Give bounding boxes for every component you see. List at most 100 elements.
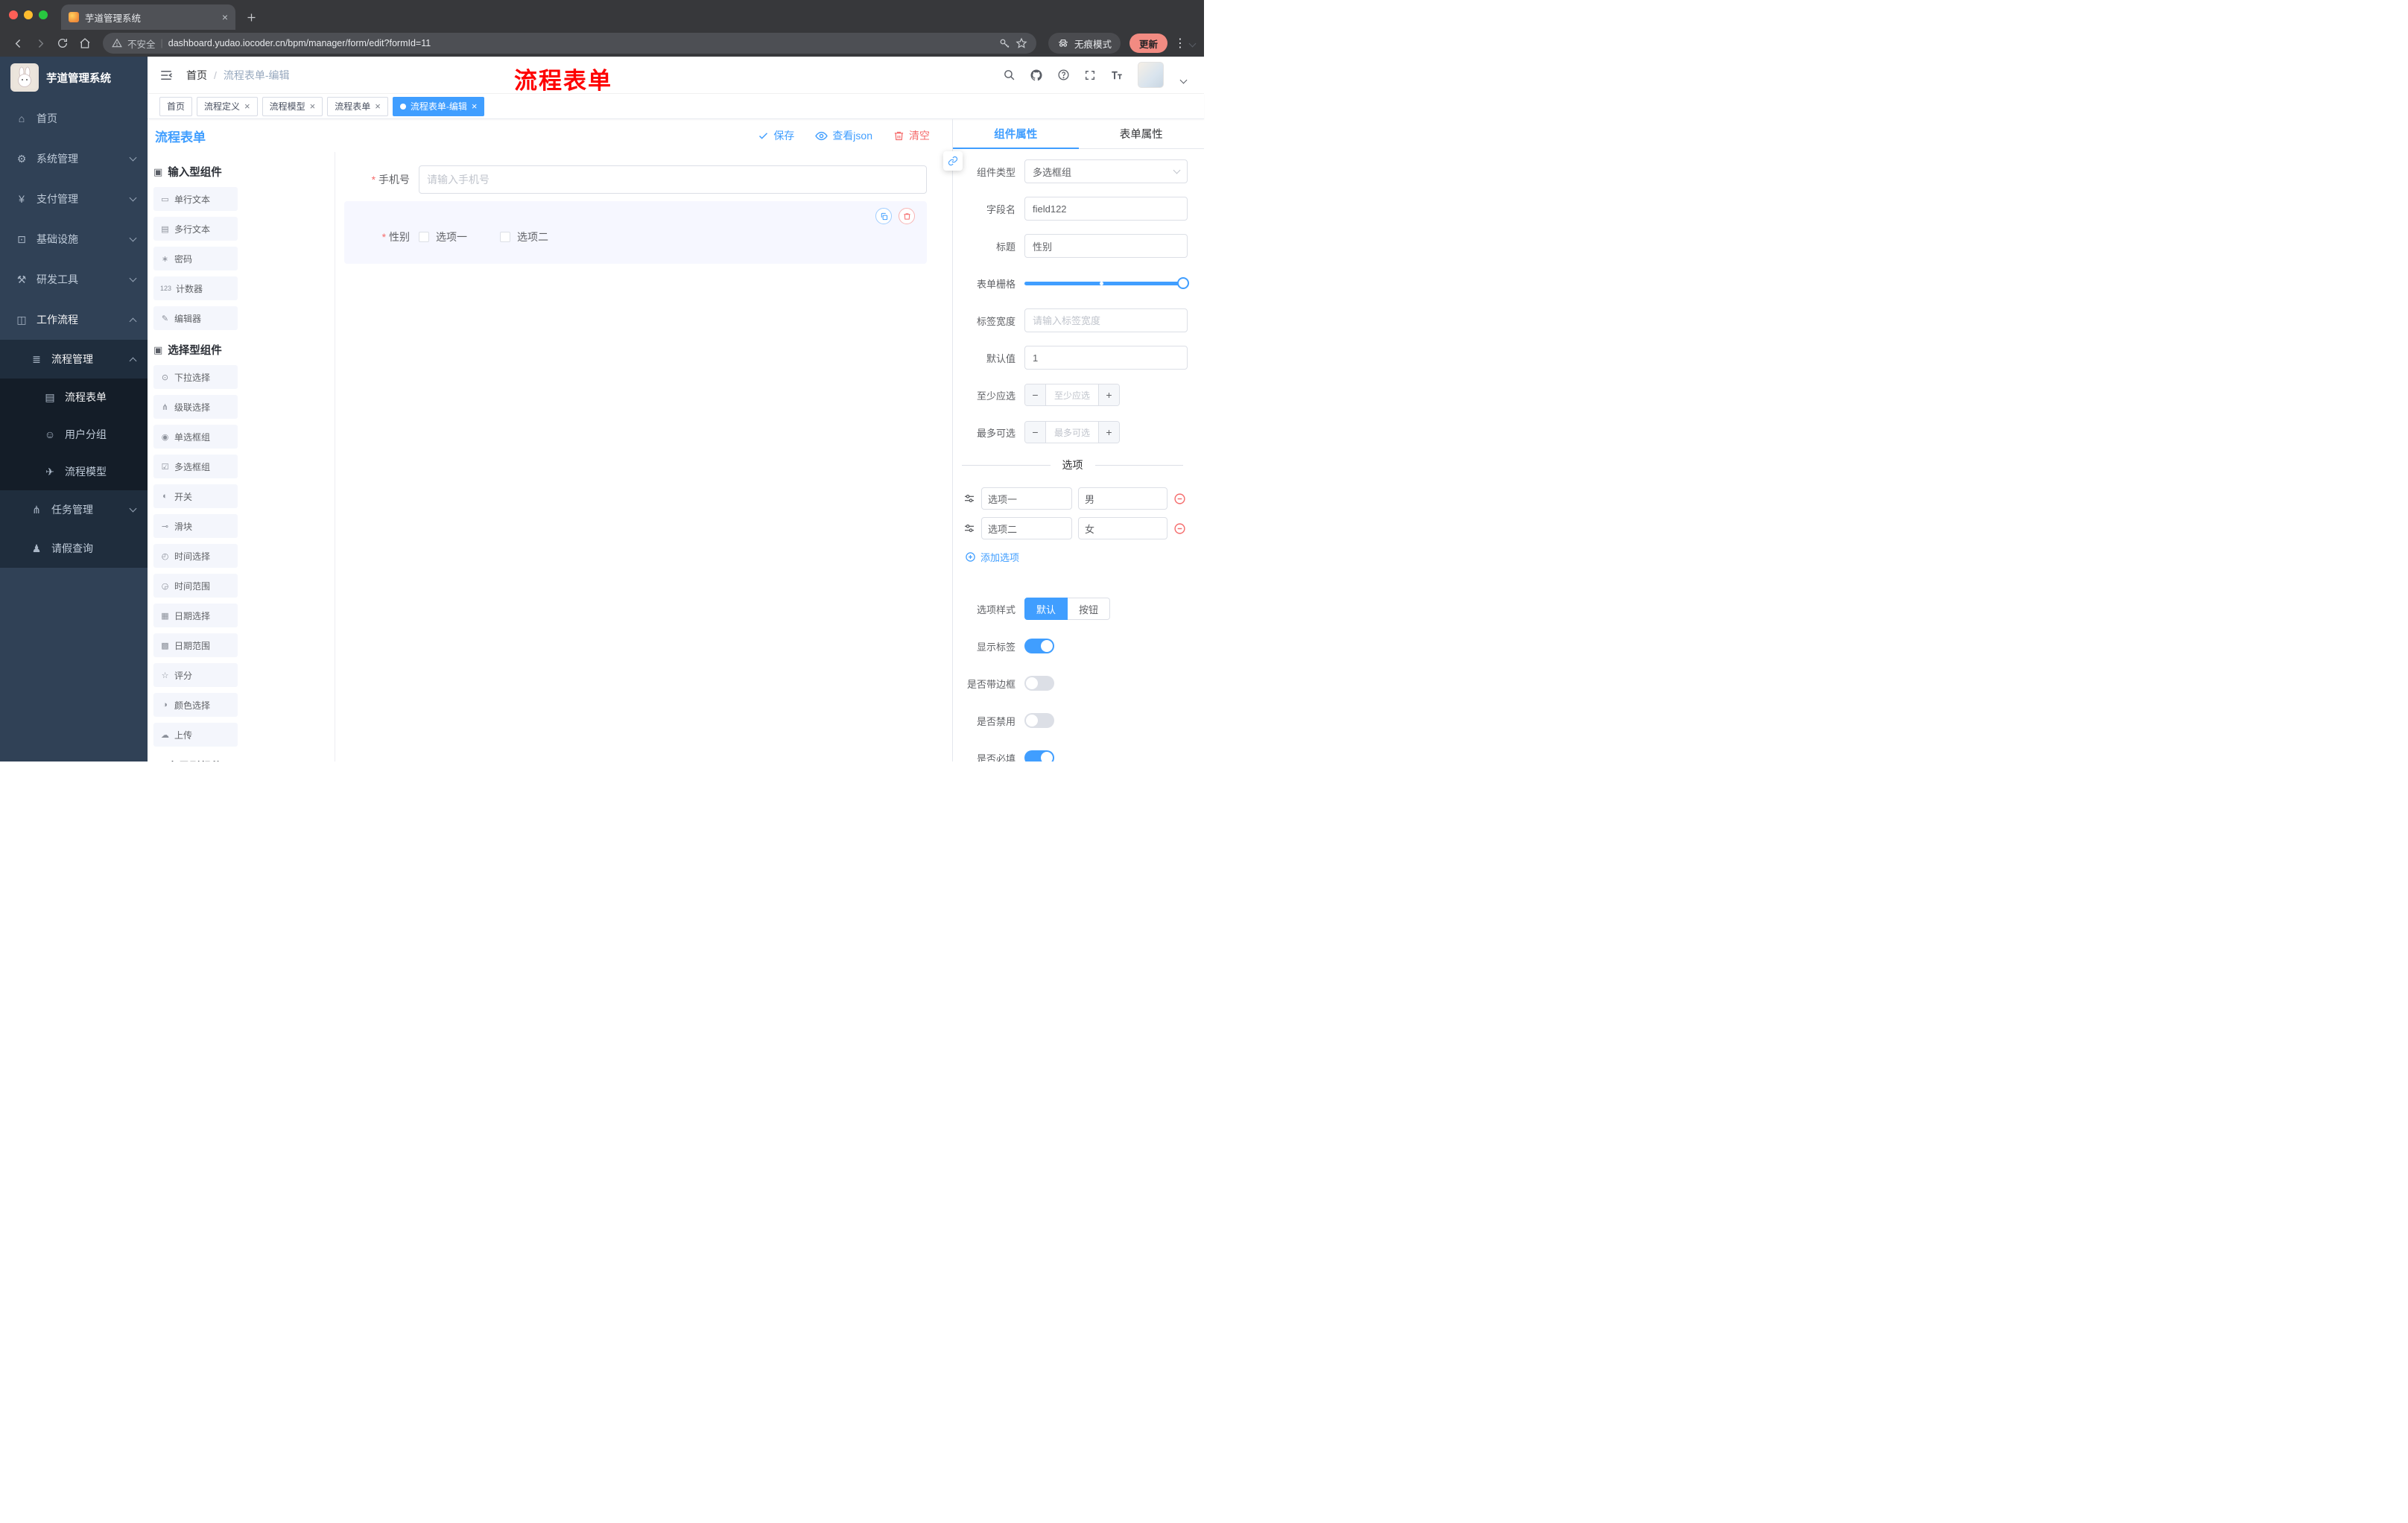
palette-item-password[interactable]: ∗ 密码 <box>153 247 238 270</box>
component-type-select[interactable]: 多选框组 <box>1024 159 1188 183</box>
checkbox-icon[interactable] <box>419 232 429 242</box>
sidebar-item-process-management[interactable]: ≣ 流程管理 <box>0 340 148 379</box>
grid-slider[interactable] <box>1024 271 1189 295</box>
option-value-input[interactable] <box>1078 517 1167 539</box>
border-switch[interactable] <box>1024 676 1054 691</box>
checkbox-icon[interactable] <box>500 232 510 242</box>
breadcrumb-home[interactable]: 首页 <box>186 68 207 83</box>
sidebar-item-infrastructure[interactable]: ⊡ 基础设施 <box>0 219 148 259</box>
tab-form-props[interactable]: 表单属性 <box>1079 119 1205 148</box>
tab-close-icon[interactable]: × <box>222 12 228 22</box>
gender-option2-checkbox[interactable]: 选项二 <box>500 229 548 244</box>
palette-item-time-picker[interactable]: ◴ 时间选择 <box>153 544 238 568</box>
palette-item-switch[interactable]: ◐ 开关 <box>153 484 238 508</box>
style-button-button[interactable]: 按钮 <box>1068 598 1111 620</box>
palette-item-single-text[interactable]: ▭ 单行文本 <box>153 187 238 211</box>
sidebar-item-task-management[interactable]: ⋔ 任务管理 <box>0 490 148 529</box>
sidebar-item-user-group[interactable]: ☺ 用户分组 <box>0 416 148 453</box>
max-select-stepper[interactable]: − 最多可选 + <box>1024 421 1120 443</box>
github-icon[interactable] <box>1030 69 1043 82</box>
tag-home[interactable]: 首页 <box>159 96 193 116</box>
title-input[interactable] <box>1024 234 1188 258</box>
option-label-input[interactable] <box>981 517 1072 539</box>
decrement-button[interactable]: − <box>1025 422 1046 443</box>
copy-field-button[interactable] <box>875 208 892 224</box>
palette-item-rate[interactable]: ☆ 评分 <box>153 663 238 687</box>
update-button[interactable]: 更新 <box>1129 34 1167 53</box>
slider-track[interactable] <box>1024 281 1188 285</box>
drag-handle-icon[interactable] <box>963 493 975 504</box>
palette-item-checkbox-group[interactable]: ☑ 多选框组 <box>153 455 238 478</box>
browser-menu-icon[interactable]: ⋮ <box>1172 36 1188 51</box>
home-button[interactable] <box>75 33 95 54</box>
phone-input[interactable] <box>419 165 927 194</box>
browser-tab[interactable]: 芋道管理系统 × <box>61 4 235 30</box>
remove-option-button[interactable] <box>1173 522 1186 535</box>
palette-item-multi-text[interactable]: ▤ 多行文本 <box>153 217 238 241</box>
palette-item-date-range[interactable]: ▩ 日期范围 <box>153 633 238 657</box>
sidebar-item-payment[interactable]: ¥ 支付管理 <box>0 179 148 219</box>
min-select-stepper[interactable]: − 至少应选 + <box>1024 384 1120 406</box>
palette-item-select[interactable]: ⊙ 下拉选择 <box>153 365 238 389</box>
new-tab-button[interactable] <box>241 7 261 27</box>
view-json-button[interactable]: 查看json <box>815 128 872 143</box>
canvas-field-gender-selected[interactable]: 性别 选项一 选项二 <box>344 201 927 264</box>
tag-close-icon[interactable]: × <box>375 101 381 111</box>
affix-link-button[interactable] <box>943 151 963 171</box>
font-size-icon[interactable] <box>1110 69 1124 82</box>
back-button[interactable] <box>7 33 28 54</box>
palette-item-time-range[interactable]: ◶ 时间范围 <box>153 574 238 598</box>
window-minimize-button[interactable] <box>24 10 33 19</box>
tag-process-form-edit[interactable]: 流程表单-编辑 × <box>392 96 485 116</box>
disabled-switch[interactable] <box>1024 713 1054 728</box>
slider-handle[interactable] <box>1177 277 1189 289</box>
clear-button[interactable]: 清空 <box>893 128 930 143</box>
tag-process-form[interactable]: 流程表单 × <box>327 96 388 116</box>
field-name-input[interactable] <box>1024 197 1188 221</box>
canvas-field-phone[interactable]: 手机号 <box>344 165 927 194</box>
hamburger-icon[interactable] <box>159 69 173 82</box>
window-zoom-button[interactable] <box>39 10 48 19</box>
sidebar-item-devtools[interactable]: ⚒ 研发工具 <box>0 259 148 300</box>
tag-close-icon[interactable]: × <box>310 101 316 111</box>
option-value-input[interactable] <box>1078 487 1167 510</box>
show-label-switch[interactable] <box>1024 639 1054 653</box>
sidebar-item-process-form[interactable]: ▤ 流程表单 <box>0 379 148 416</box>
decrement-button[interactable]: − <box>1025 384 1046 405</box>
palette-item-radio-group[interactable]: ◉ 单选框组 <box>153 425 238 449</box>
option-label-input[interactable] <box>981 487 1072 510</box>
reload-button[interactable] <box>52 33 73 54</box>
palette-item-color-picker[interactable]: ◑ 颜色选择 <box>153 693 238 717</box>
increment-button[interactable]: + <box>1098 422 1119 443</box>
delete-field-button[interactable] <box>899 208 915 224</box>
drag-handle-icon[interactable] <box>963 522 975 534</box>
sidebar-item-home[interactable]: ⌂ 首页 <box>0 98 148 139</box>
gender-option1-checkbox[interactable]: 选项一 <box>419 229 467 244</box>
bookmark-star-icon[interactable] <box>1016 37 1027 49</box>
search-icon[interactable] <box>1003 69 1016 81</box>
palette-item-slider[interactable]: ⊸ 滑块 <box>153 514 238 538</box>
user-avatar[interactable] <box>1138 62 1164 88</box>
palette-item-upload[interactable]: ☁ 上传 <box>153 723 238 747</box>
tag-close-icon[interactable]: × <box>472 101 478 111</box>
incognito-badge[interactable]: 无痕模式 <box>1048 33 1121 54</box>
tag-close-icon[interactable]: × <box>244 101 250 111</box>
required-switch[interactable] <box>1024 750 1054 762</box>
sidebar-item-workflow[interactable]: ◫ 工作流程 <box>0 300 148 340</box>
label-width-input[interactable] <box>1024 308 1188 332</box>
style-default-button[interactable]: 默认 <box>1024 598 1068 620</box>
tag-process-model[interactable]: 流程模型 × <box>262 96 323 116</box>
palette-item-editor[interactable]: ✎ 编辑器 <box>153 306 238 330</box>
palette-item-cascader[interactable]: ⋔ 级联选择 <box>153 395 238 419</box>
palette-item-date-picker[interactable]: ▦ 日期选择 <box>153 604 238 627</box>
app-logo[interactable]: 芋道管理系统 <box>0 57 148 98</box>
address-bar[interactable]: 不安全 | dashboard.yudao.iocoder.cn/bpm/man… <box>103 33 1036 54</box>
form-canvas[interactable]: 手机号 <box>335 152 952 762</box>
avatar-chevron-down-icon[interactable] <box>1179 76 1188 84</box>
fullscreen-icon[interactable] <box>1084 69 1096 81</box>
forward-button[interactable] <box>30 33 51 54</box>
browser-expand-chevron-icon[interactable] <box>1188 39 1197 47</box>
tag-process-definition[interactable]: 流程定义 × <box>197 96 258 116</box>
password-key-icon[interactable] <box>999 38 1010 49</box>
window-close-button[interactable] <box>9 10 18 19</box>
